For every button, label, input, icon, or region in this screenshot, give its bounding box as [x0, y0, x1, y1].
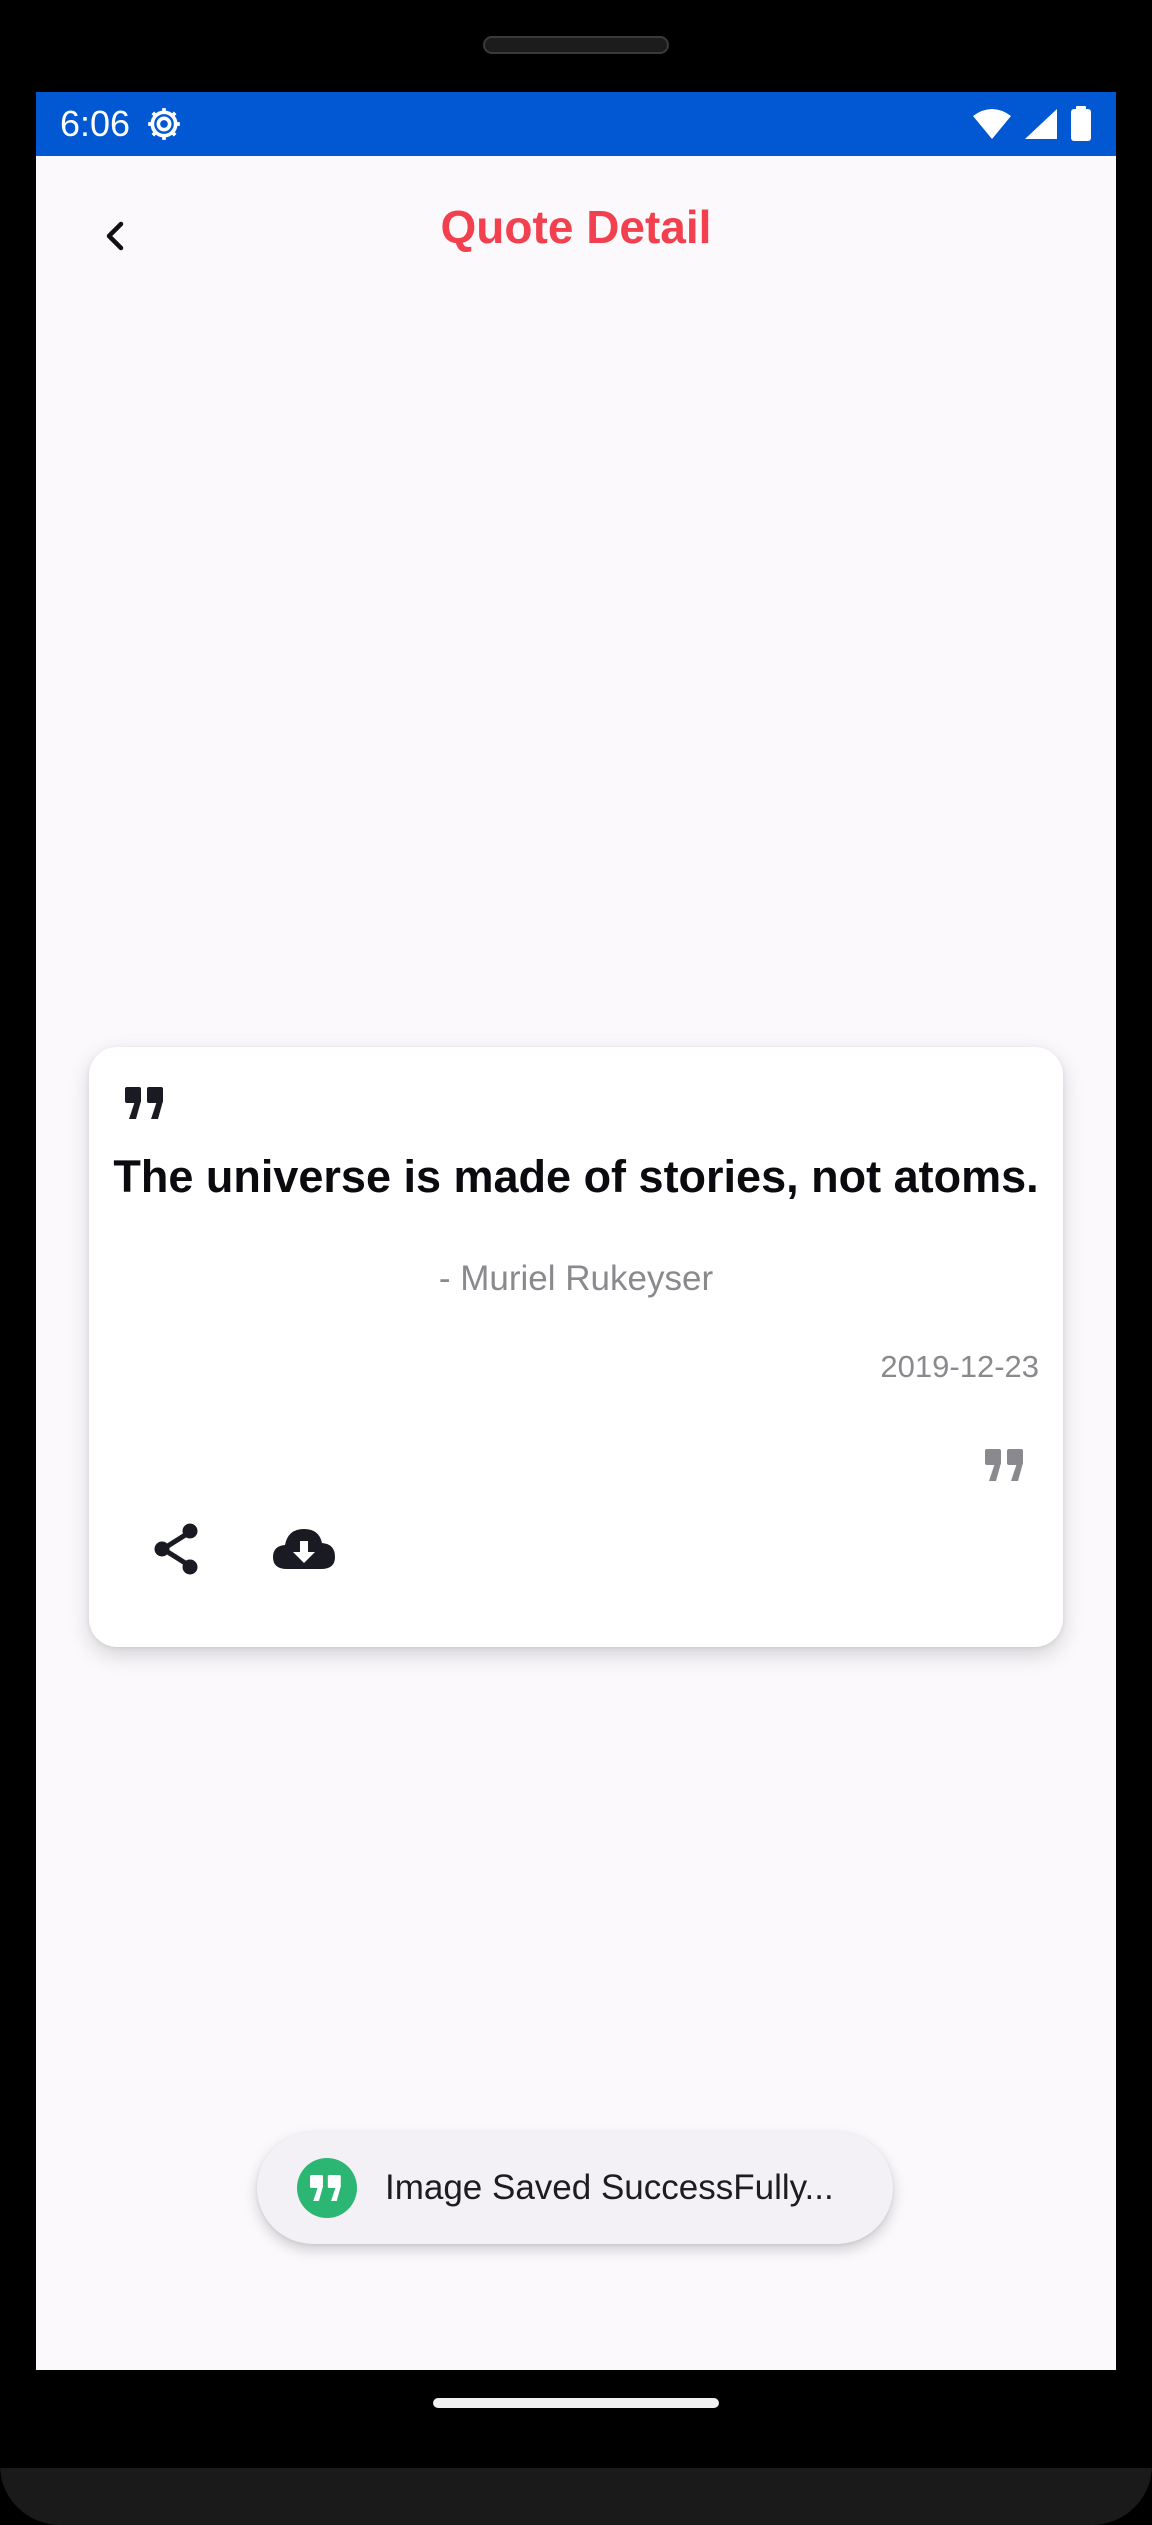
quote-card: The universe is made of stories, not ato… [89, 1047, 1063, 1647]
open-quote-icon [125, 1087, 163, 1119]
toast-notification: Image Saved SuccessFully... [257, 2132, 893, 2244]
navigation-home-handle[interactable] [433, 2398, 719, 2408]
status-bar: 6:06 [36, 92, 1116, 156]
cloud-download-icon [273, 1529, 335, 1569]
status-indicators [972, 106, 1092, 142]
app-screen: 6:06 Quote Detail The universe is made o… [36, 92, 1116, 2370]
page-title: Quote Detail [440, 201, 712, 253]
quote-app-icon [297, 2158, 357, 2218]
settings-gear-icon [148, 108, 180, 140]
share-button[interactable] [147, 1519, 207, 1579]
wifi-icon [973, 109, 1011, 139]
earpiece-speaker [483, 36, 669, 54]
share-icon [154, 1523, 198, 1575]
device-frame: 6:06 Quote Detail The universe is made o… [0, 0, 1152, 2525]
quote-date: 2019-12-23 [880, 1349, 1039, 1384]
toast-message: Image Saved SuccessFully... [385, 2168, 834, 2207]
device-bottom-chin [0, 2468, 1152, 2525]
cloud-download-button[interactable] [267, 1519, 341, 1579]
status-time: 6:06 [60, 103, 131, 144]
battery-icon [1071, 106, 1091, 141]
cellular-signal-icon [1025, 109, 1057, 139]
app-bar: Quote Detail [36, 156, 1116, 326]
close-quote-icon [985, 1449, 1023, 1481]
quote-text: The universe is made of stories, not ato… [113, 1151, 1039, 1202]
quote-author: - Muriel Rukeyser [438, 1259, 714, 1298]
toast-quote-glyph-icon [310, 2175, 341, 2201]
